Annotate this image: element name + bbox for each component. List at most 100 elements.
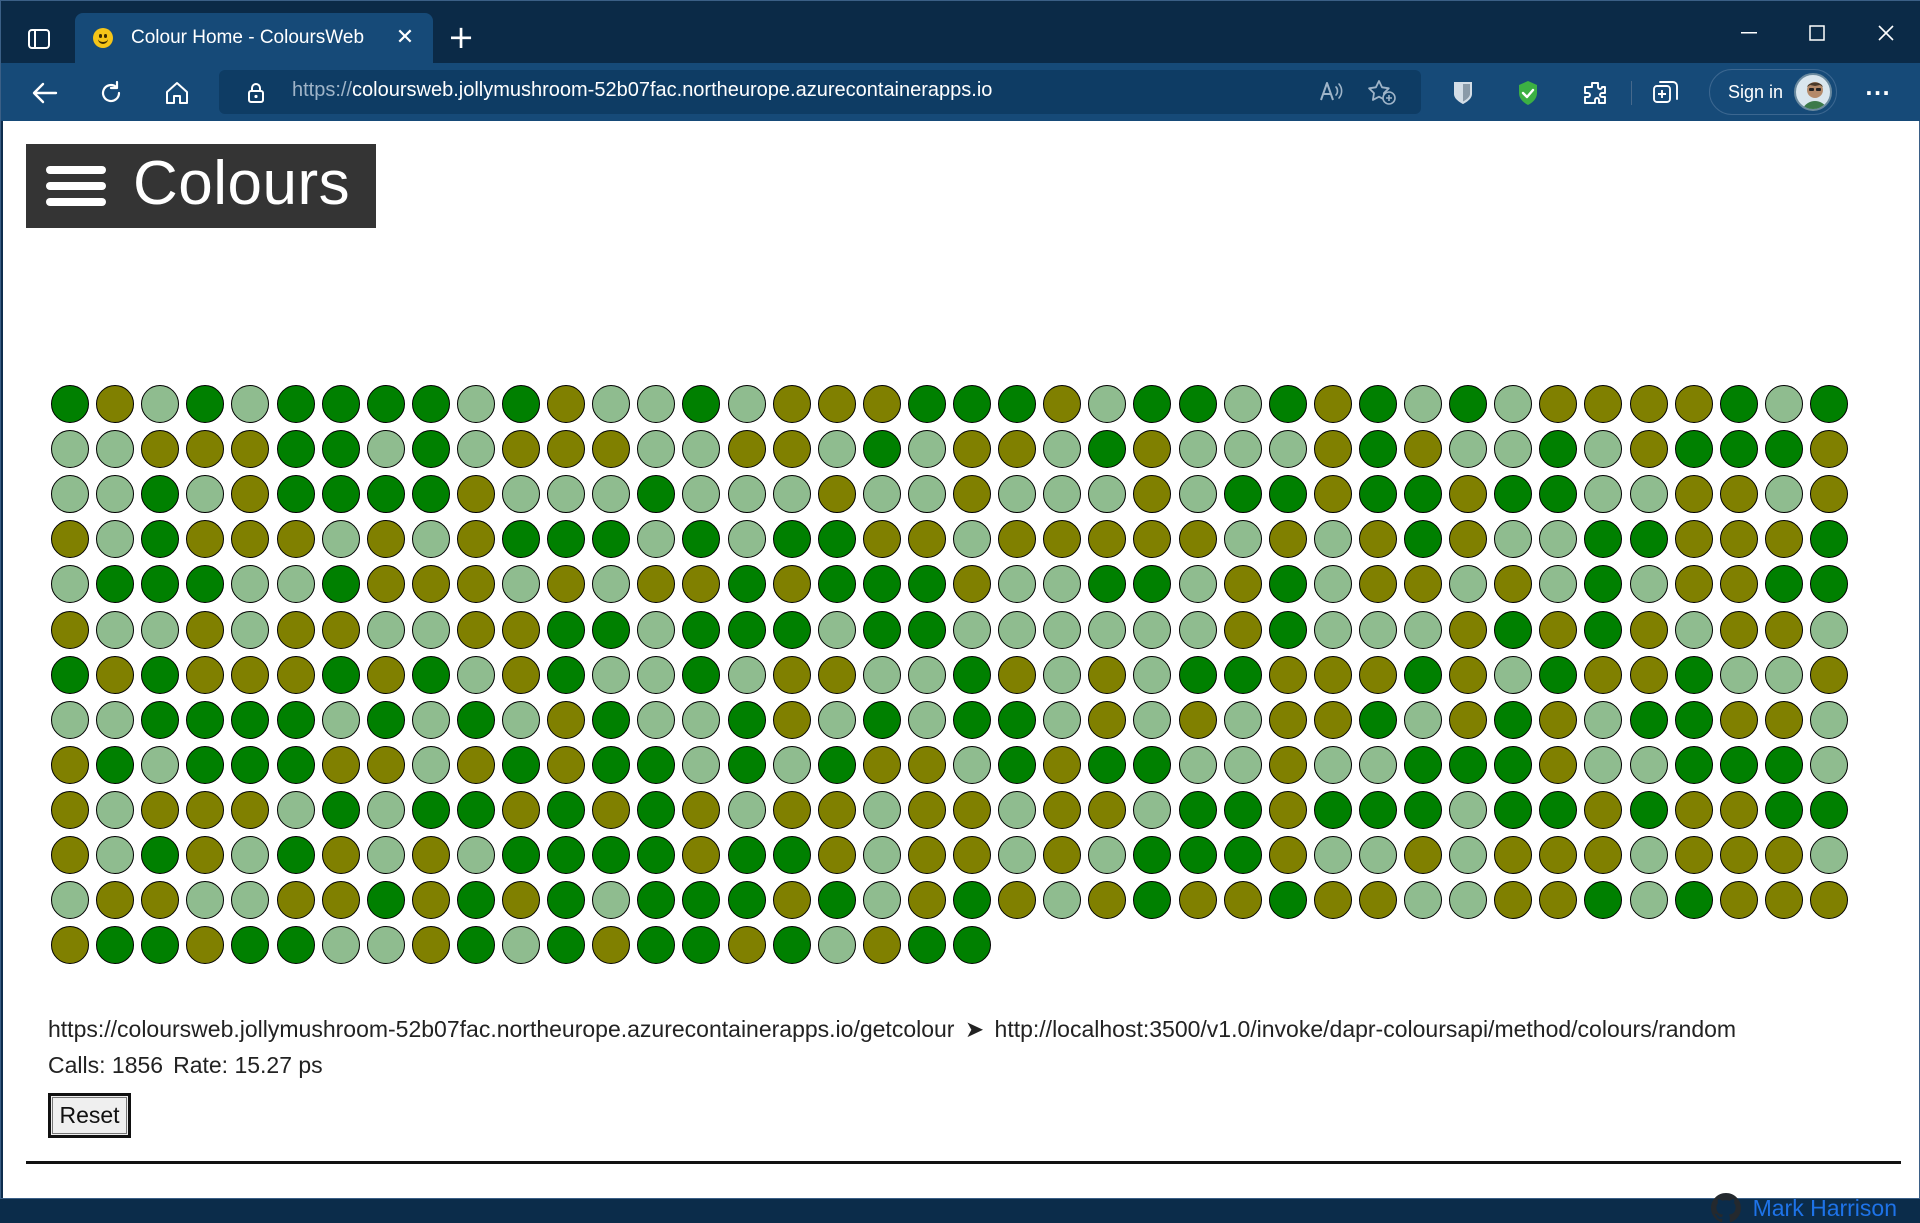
colour-dot: [862, 430, 901, 469]
home-icon[interactable]: [157, 73, 197, 113]
colour-dot: [366, 881, 405, 920]
read-aloud-icon[interactable]: [1317, 78, 1345, 106]
colour-dot: [953, 385, 991, 423]
close-window-icon[interactable]: [1856, 15, 1916, 51]
hamburger-menu-icon[interactable]: [46, 166, 106, 206]
colour-dot: [276, 881, 315, 920]
maximize-icon[interactable]: [1787, 15, 1847, 51]
colour-dot: [1268, 745, 1307, 784]
colour-dot: [502, 385, 540, 423]
colour-dot: [1629, 836, 1668, 874]
colour-dot: [1494, 520, 1533, 559]
colour-dot: [1133, 700, 1172, 739]
colour-dot: [772, 385, 811, 423]
colour-dot: [772, 655, 811, 694]
url-text[interactable]: https://coloursweb.jollymushroom-52b07fa…: [292, 79, 992, 102]
reset-button[interactable]: Reset: [48, 1093, 131, 1138]
colour-dot: [953, 745, 991, 784]
colour-dot: [1043, 655, 1082, 694]
colour-dot: [1404, 610, 1442, 649]
colour-dot: [1268, 520, 1307, 559]
colour-dot: [1719, 385, 1758, 423]
colour-dot: [186, 790, 225, 829]
calls-count: Calls: 1856: [48, 1052, 164, 1078]
minimize-icon[interactable]: [1719, 15, 1779, 51]
colour-dot: [1449, 430, 1488, 469]
colour-dot: [411, 790, 450, 829]
colour-dot: [1313, 655, 1352, 694]
colour-dot: [276, 565, 315, 604]
colour-dot: [1764, 385, 1803, 423]
colour-dot: [592, 475, 631, 514]
colour-dot: [456, 790, 495, 829]
new-tab-button[interactable]: +: [443, 21, 479, 57]
colour-dot: [96, 926, 135, 965]
refresh-icon[interactable]: [91, 73, 131, 113]
colour-dot: [727, 565, 766, 604]
colour-dot: [953, 926, 991, 965]
colour-dot: [1404, 836, 1442, 874]
colour-dot: [51, 881, 89, 920]
colour-dot: [186, 700, 225, 739]
collections-icon[interactable]: [1646, 73, 1686, 113]
colour-dot: [502, 655, 540, 694]
colour-dot: [1223, 565, 1262, 604]
colour-dot: [1539, 700, 1578, 739]
close-tab-icon[interactable]: ✕: [391, 24, 419, 52]
more-menu-icon[interactable]: ···: [1858, 73, 1898, 113]
colour-dot: [1584, 430, 1623, 469]
colour-dot: [998, 790, 1037, 829]
colour-dot: [186, 745, 225, 784]
github-icon[interactable]: [1710, 1193, 1741, 1223]
colour-dot: [502, 745, 540, 784]
bitwarden-shield-icon[interactable]: [1443, 73, 1483, 113]
colour-dot: [1584, 610, 1623, 649]
tab-actions-icon[interactable]: [19, 19, 59, 59]
colour-dot: [456, 836, 495, 874]
colour-dot: [907, 655, 946, 694]
extensions-icon[interactable]: [1575, 73, 1615, 113]
colour-dot: [637, 385, 676, 423]
colour-dot: [862, 610, 901, 649]
colour-dot: [1494, 881, 1533, 920]
smiley-favicon-icon: [93, 28, 113, 48]
colour-dot: [907, 565, 946, 604]
colour-dot: [96, 790, 135, 829]
colour-dot: [1043, 430, 1082, 469]
tab-colour-home[interactable]: Colour Home - ColoursWeb ✕: [75, 13, 433, 63]
add-favorite-icon[interactable]: [1367, 78, 1397, 106]
colour-dot: [186, 430, 225, 469]
colour-dot: [141, 745, 180, 784]
colour-dot: [1809, 836, 1848, 874]
colour-dot: [1268, 790, 1307, 829]
sign-in-button[interactable]: Sign in: [1709, 69, 1837, 115]
back-icon[interactable]: [25, 73, 65, 113]
colour-dot: [96, 700, 135, 739]
colour-dot: [817, 700, 856, 739]
colour-dot: [366, 655, 405, 694]
colour-dot: [321, 836, 360, 874]
colour-dot: [1539, 520, 1578, 559]
colour-dot: [907, 881, 946, 920]
colour-dot: [1674, 836, 1713, 874]
colour-dot: [411, 385, 450, 423]
colour-dot: [1133, 430, 1172, 469]
colour-dot: [141, 610, 180, 649]
lock-icon[interactable]: [247, 82, 265, 104]
colour-dot: [953, 790, 991, 829]
colour-dot: [1223, 520, 1262, 559]
colour-dot: [1178, 430, 1217, 469]
security-shield-icon[interactable]: [1508, 73, 1548, 113]
colour-dot: [682, 881, 721, 920]
colour-dot: [907, 700, 946, 739]
colour-dot: [1223, 655, 1262, 694]
colour-dot: [1719, 836, 1758, 874]
colour-dot: [1494, 385, 1533, 423]
address-bar[interactable]: https://coloursweb.jollymushroom-52b07fa…: [219, 70, 1421, 114]
colour-dot: [1584, 475, 1623, 514]
colour-dot: [1449, 655, 1488, 694]
colour-dot: [1043, 836, 1082, 874]
colour-dot: [1809, 610, 1848, 649]
colour-dot: [772, 836, 811, 874]
colour-dot: [592, 745, 631, 784]
